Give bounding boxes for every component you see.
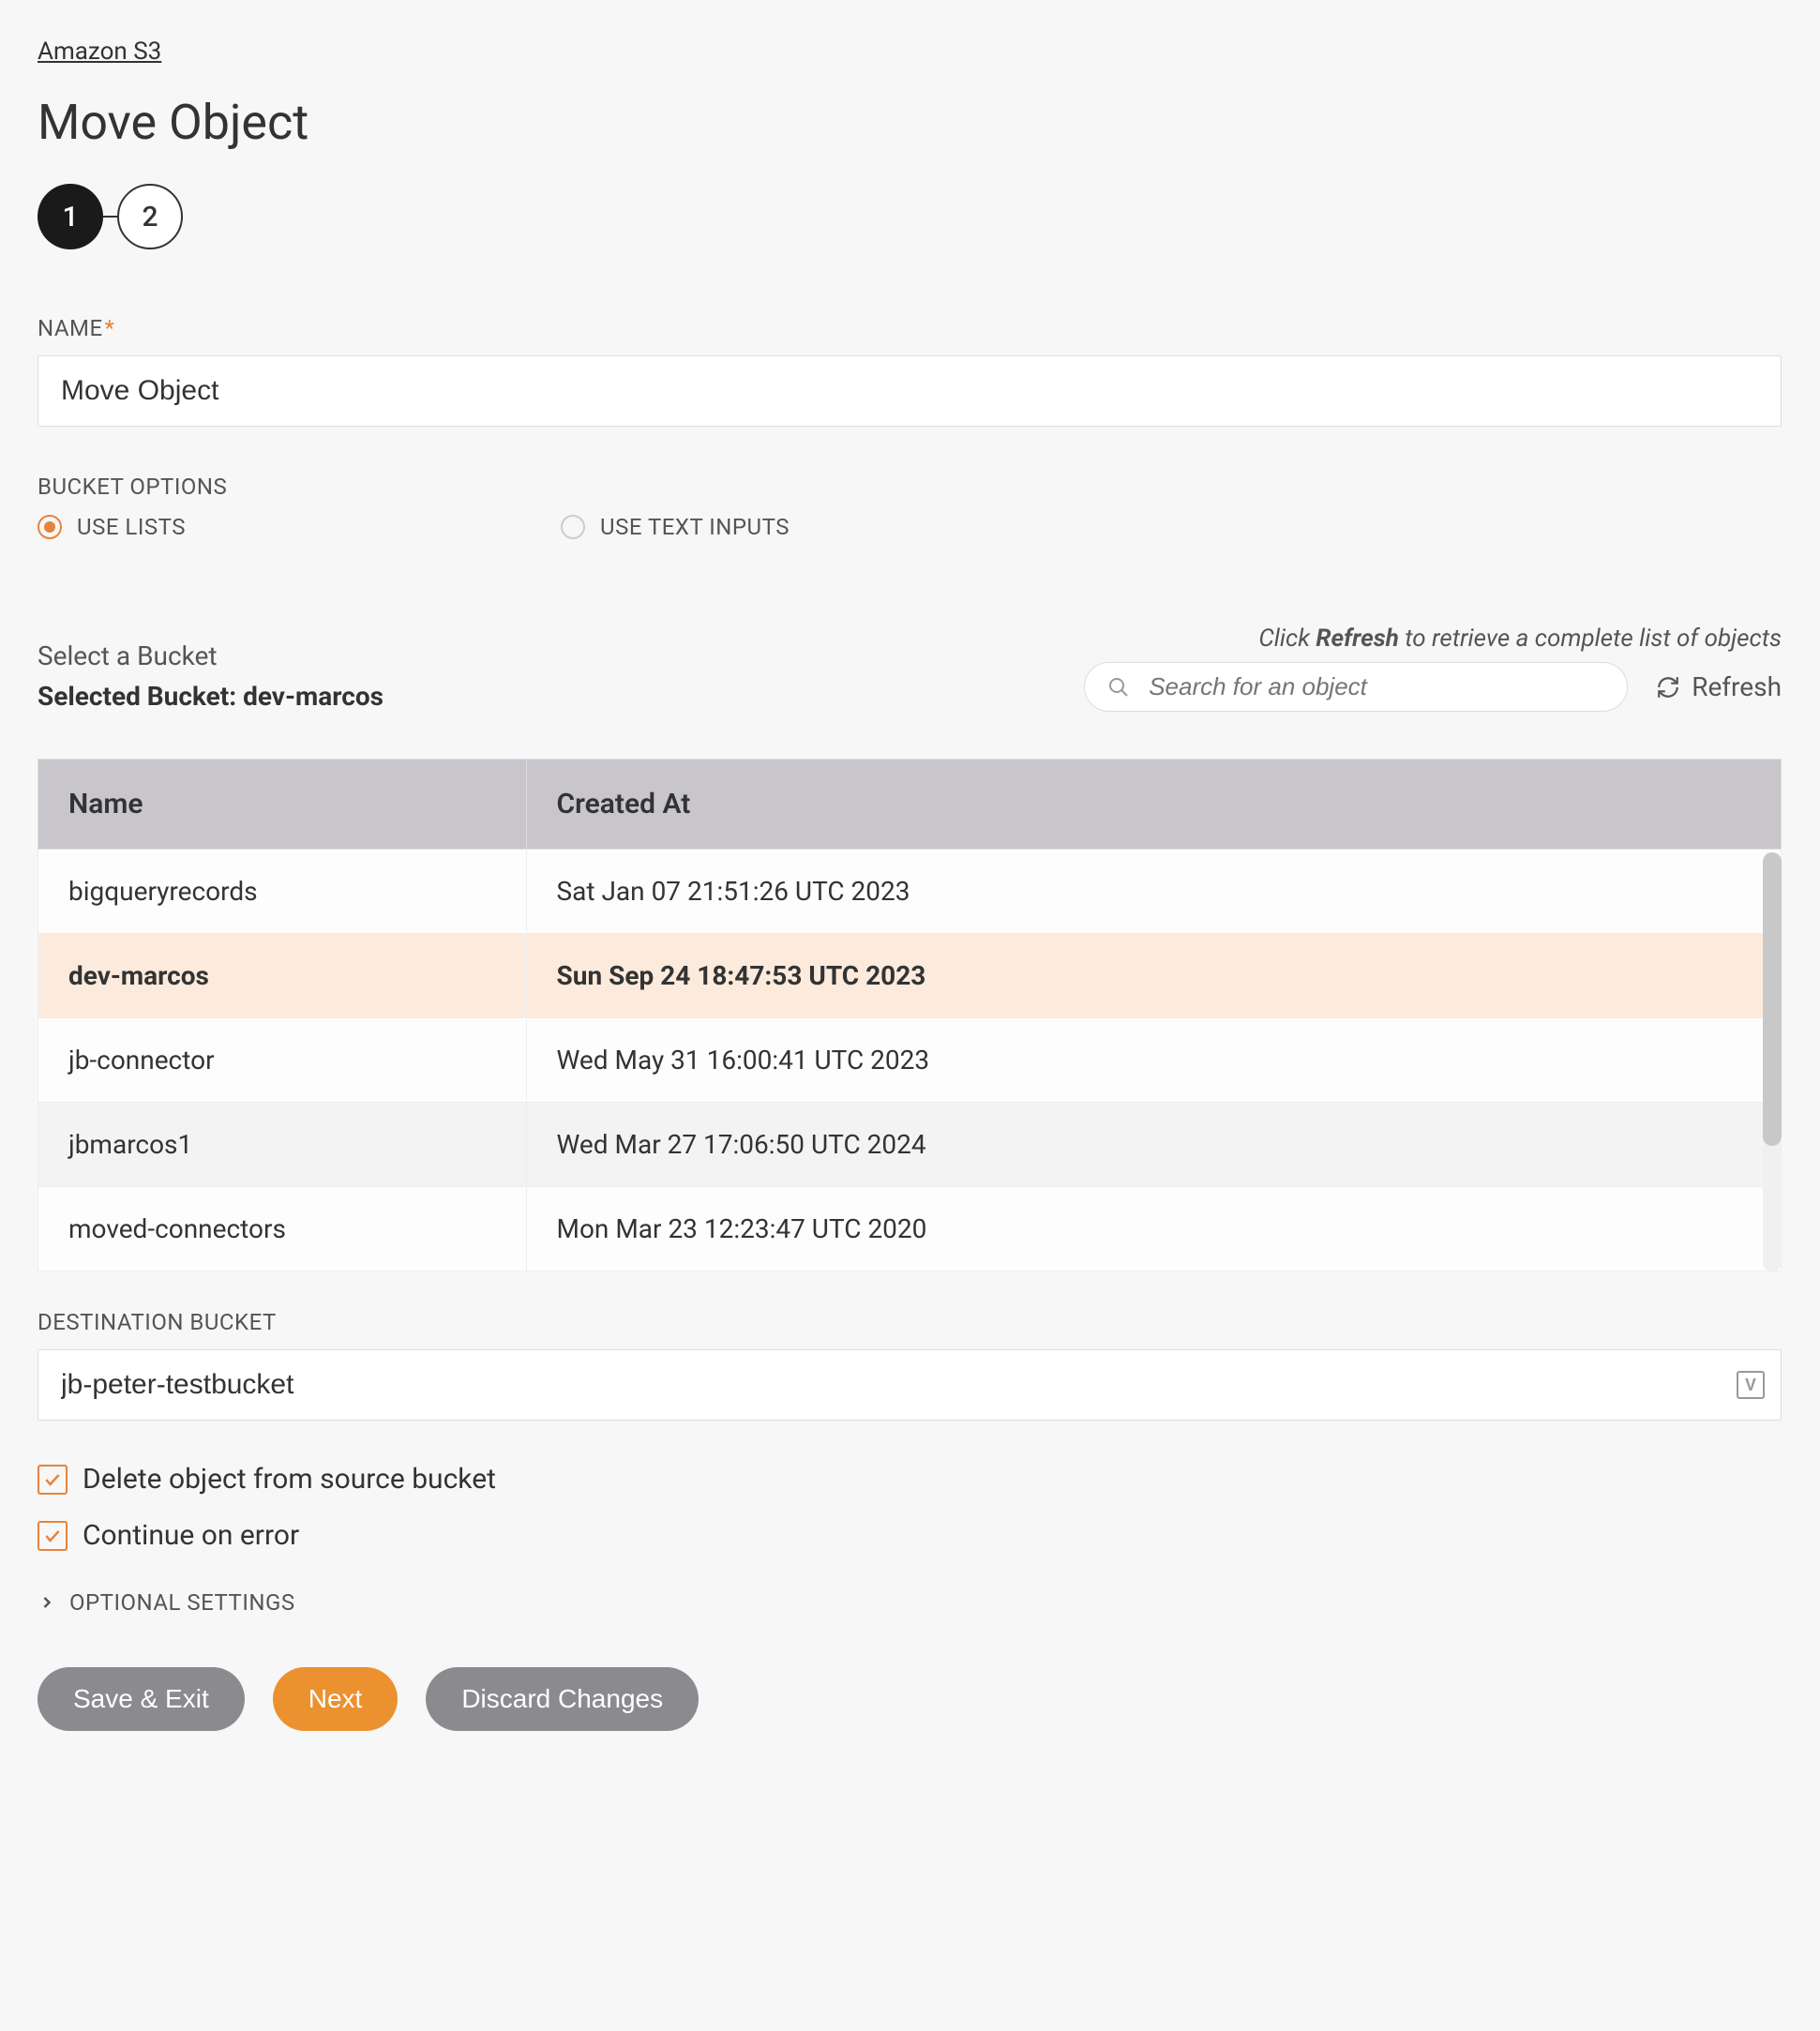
- destination-bucket-label: DESTINATION BUCKET: [38, 1309, 1782, 1335]
- selected-bucket-label: Selected Bucket: dev-marcos: [38, 681, 384, 712]
- next-button[interactable]: Next: [273, 1667, 399, 1731]
- cell-name: bigqueryrecords: [38, 850, 527, 934]
- required-star-icon: *: [105, 315, 115, 341]
- checkbox-continue-on-error-label: Continue on error: [83, 1519, 299, 1552]
- step-connector: [103, 216, 117, 218]
- step-2[interactable]: 2: [117, 184, 183, 249]
- bucket-options-label: BUCKET OPTIONS: [38, 474, 1782, 500]
- chevron-right-icon: [38, 1593, 56, 1612]
- refresh-button[interactable]: Refresh: [1656, 671, 1782, 702]
- cell-name: jb-connector: [38, 1018, 527, 1103]
- breadcrumb-link[interactable]: Amazon S3: [38, 38, 161, 66]
- cell-created: Wed May 31 16:00:41 UTC 2023: [526, 1018, 1781, 1103]
- optional-settings-toggle[interactable]: OPTIONAL SETTINGS: [38, 1589, 1782, 1616]
- radio-icon: [561, 515, 585, 539]
- checkbox-icon: [38, 1465, 68, 1495]
- save-exit-button[interactable]: Save & Exit: [38, 1667, 245, 1731]
- optional-settings-label: OPTIONAL SETTINGS: [69, 1589, 295, 1616]
- search-box[interactable]: [1084, 662, 1628, 712]
- select-bucket-label: Select a Bucket: [38, 640, 384, 671]
- col-header-created[interactable]: Created At: [526, 760, 1781, 850]
- radio-use-text-inputs-label: USE TEXT INPUTS: [600, 514, 790, 540]
- radio-icon: [38, 515, 62, 539]
- cell-created: Sat Jan 07 21:51:26 UTC 2023: [526, 850, 1781, 934]
- step-1[interactable]: 1: [38, 184, 103, 249]
- scrollbar-thumb[interactable]: [1763, 852, 1782, 1146]
- scrollbar[interactable]: [1763, 852, 1782, 1271]
- checkbox-delete-source-label: Delete object from source bucket: [83, 1463, 496, 1496]
- cell-created: Sun Sep 24 18:47:53 UTC 2023: [526, 934, 1781, 1018]
- radio-use-text-inputs[interactable]: USE TEXT INPUTS: [561, 514, 790, 540]
- name-label: NAME*: [38, 315, 1782, 341]
- radio-use-lists-label: USE LISTS: [77, 514, 186, 540]
- table-row[interactable]: jbmarcos1Wed Mar 27 17:06:50 UTC 2024: [38, 1103, 1782, 1187]
- cell-name: jbmarcos1: [38, 1103, 527, 1187]
- name-input[interactable]: [38, 355, 1782, 427]
- discard-button[interactable]: Discard Changes: [426, 1667, 699, 1731]
- table-row[interactable]: moved-connectorsMon Mar 23 12:23:47 UTC …: [38, 1187, 1782, 1271]
- table-row[interactable]: dev-marcosSun Sep 24 18:47:53 UTC 2023: [38, 934, 1782, 1018]
- checkbox-delete-source[interactable]: Delete object from source bucket: [38, 1463, 1782, 1496]
- refresh-hint: Click Refresh to retrieve a complete lis…: [1084, 624, 1782, 653]
- bucket-table: Name Created At bigqueryrecordsSat Jan 0…: [38, 759, 1782, 1271]
- checkbox-continue-on-error[interactable]: Continue on error: [38, 1519, 1782, 1552]
- search-icon: [1107, 676, 1130, 699]
- cell-created: Mon Mar 23 12:23:47 UTC 2020: [526, 1187, 1781, 1271]
- search-input[interactable]: [1149, 672, 1604, 701]
- cell-created: Wed Mar 27 17:06:50 UTC 2024: [526, 1103, 1781, 1187]
- variable-badge-icon[interactable]: V: [1737, 1371, 1765, 1399]
- table-row[interactable]: bigqueryrecordsSat Jan 07 21:51:26 UTC 2…: [38, 850, 1782, 934]
- radio-use-lists[interactable]: USE LISTS: [38, 514, 186, 540]
- destination-bucket-input[interactable]: [38, 1349, 1782, 1421]
- table-row[interactable]: jb-connectorWed May 31 16:00:41 UTC 2023: [38, 1018, 1782, 1103]
- page-title: Move Object: [38, 94, 1782, 151]
- cell-name: moved-connectors: [38, 1187, 527, 1271]
- refresh-icon: [1656, 675, 1680, 700]
- checkbox-icon: [38, 1521, 68, 1551]
- cell-name: dev-marcos: [38, 934, 527, 1018]
- col-header-name[interactable]: Name: [38, 760, 527, 850]
- stepper: 1 2: [38, 184, 1782, 249]
